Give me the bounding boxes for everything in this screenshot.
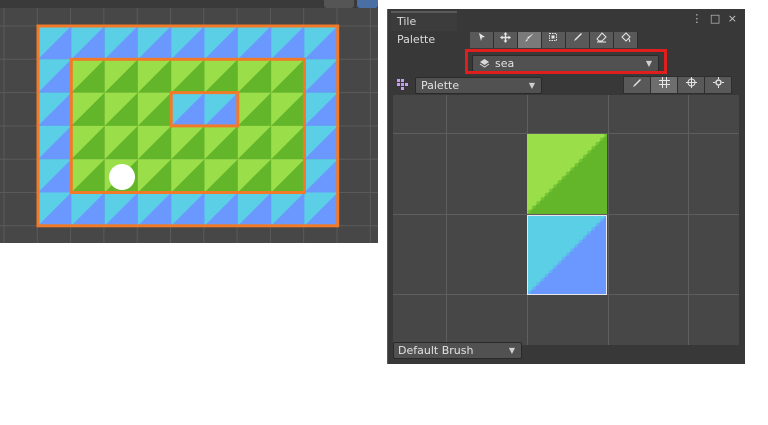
eraser-icon	[596, 32, 607, 43]
paint-bucket-icon	[621, 32, 631, 43]
palette-edit-tools	[623, 76, 732, 94]
sea-tile[interactable]	[527, 215, 607, 295]
brush-dropdown[interactable]: Default Brush ▼	[393, 342, 522, 359]
grid-icon	[658, 77, 670, 88]
pencil-icon	[633, 79, 641, 87]
brush-label: Default Brush	[398, 344, 474, 357]
dropdown-caret-icon: ▼	[508, 346, 515, 355]
highlight-box	[465, 49, 667, 74]
toggle-gizmos-button[interactable]	[677, 76, 705, 94]
eraser-tool-button[interactable]	[590, 32, 614, 48]
brush-icon	[525, 33, 534, 42]
dropdown-caret-icon: ▼	[528, 81, 535, 90]
grass-tile[interactable]	[527, 134, 607, 214]
gear-icon	[712, 77, 724, 88]
window-title-tab[interactable]: Tile Palette	[391, 11, 457, 46]
tool-toolbar	[470, 32, 654, 48]
cursor-icon	[478, 33, 485, 41]
scene-view[interactable]	[0, 0, 378, 243]
toggle-grid-button[interactable]	[650, 76, 678, 94]
palette-settings-button[interactable]	[704, 76, 732, 94]
box-fill-tool-button[interactable]	[542, 32, 566, 48]
move-icon	[500, 32, 511, 43]
window-controls[interactable]: ⋮ □ ×	[691, 12, 739, 25]
palette-icon	[397, 79, 408, 90]
crosshair-icon	[685, 77, 697, 88]
palette-grid[interactable]	[393, 95, 739, 345]
palette-name-label: Palette	[421, 79, 460, 92]
palette-dropdown[interactable]: Palette ▼	[415, 77, 542, 94]
tilemap-canvas[interactable]	[0, 0, 378, 243]
move-tool-button[interactable]	[494, 32, 518, 48]
picker-tool-button[interactable]	[566, 32, 590, 48]
edit-palette-button[interactable]	[623, 76, 651, 94]
tile-palette-window: Tile Palette ⋮ □ × sea ▼ Palette ▼ Defau…	[387, 9, 745, 364]
box-fill-icon	[549, 33, 557, 41]
fill-tool-button[interactable]	[614, 32, 638, 48]
select-tool-button[interactable]	[470, 32, 494, 48]
brush-cursor	[109, 164, 135, 190]
eyedropper-icon	[574, 33, 582, 41]
paint-tool-button[interactable]	[518, 32, 542, 48]
